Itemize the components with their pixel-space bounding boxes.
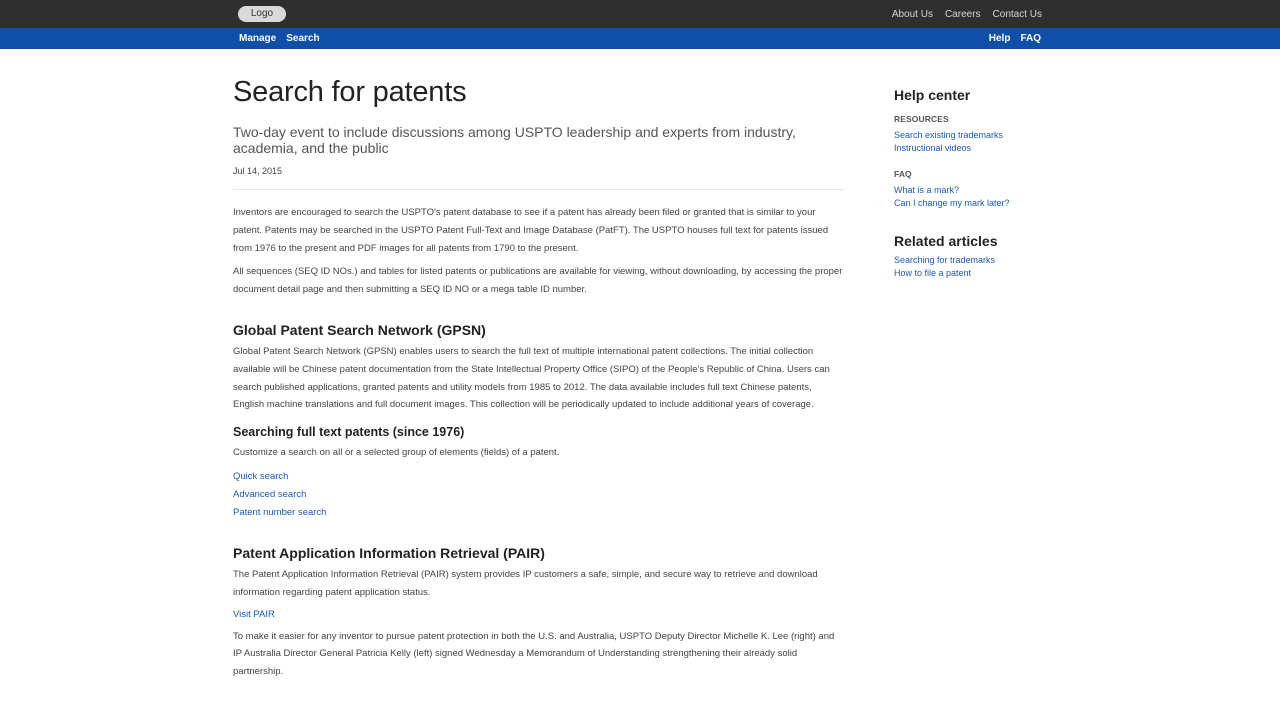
logo[interactable]: Logo xyxy=(238,6,286,22)
resources-label: RESOURCES xyxy=(894,114,949,124)
how-to-file-a-patent-link[interactable]: How to file a patent xyxy=(894,267,1054,280)
sidebar: Help center RESOURCES Search existing tr… xyxy=(894,86,1054,280)
nav-manage[interactable]: Manage xyxy=(239,33,276,44)
intro-paragraph: Inventors are encouraged to search the U… xyxy=(233,207,829,254)
divider xyxy=(233,189,845,190)
searching-for-trademarks-link[interactable]: Searching for trademarks xyxy=(894,254,1054,267)
intro-paragraph: All sequences (SEQ ID NOs.) and tables f… xyxy=(233,266,843,296)
advanced-search-link[interactable]: Advanced search xyxy=(233,486,845,504)
pair-paragraph: The Patent Application Information Retri… xyxy=(233,568,818,598)
nav-left: Manage Search xyxy=(239,28,330,49)
main-content: Search for patents Two-day event to incl… xyxy=(233,70,845,681)
nav-right: Help FAQ xyxy=(979,28,1041,49)
search-existing-trademarks-link[interactable]: Search existing trademarks xyxy=(894,129,1054,142)
fulltext-heading: Searching full text patents (since 1976) xyxy=(233,425,465,440)
pair-link-line: Visit PAIR xyxy=(233,606,845,624)
nav-faq[interactable]: FAQ xyxy=(1020,33,1041,44)
what-is-a-mark-link[interactable]: What is a mark? xyxy=(894,184,1054,197)
publish-date: Jul 14, 2015 xyxy=(233,166,283,176)
pair-paragraph-2: To make it easier for any inventor to pu… xyxy=(233,630,835,678)
help-center-heading: Help center xyxy=(894,87,971,103)
page-title: Search for patents xyxy=(233,76,467,108)
careers-link[interactable]: Careers xyxy=(945,9,981,20)
pair-heading: Patent Application Information Retrieval… xyxy=(233,544,545,561)
contact-us-link[interactable]: Contact Us xyxy=(993,9,1042,20)
primary-nav: Manage Search Help FAQ xyxy=(0,28,1280,49)
gpsn-paragraph: Global Patent Search Network (GPSN) enab… xyxy=(233,345,830,411)
nav-search[interactable]: Search xyxy=(286,33,319,44)
faq-label: FAQ xyxy=(894,169,912,179)
patent-number-search-link[interactable]: Patent number search xyxy=(233,504,845,522)
change-mark-later-link[interactable]: Can I change my mark later? xyxy=(894,197,1054,210)
about-us-link[interactable]: About Us xyxy=(892,9,933,20)
page-subtitle: Two-day event to include discussions amo… xyxy=(233,124,796,156)
fulltext-links: Quick search Advanced search Patent numb… xyxy=(233,468,845,522)
top-utility-bar: Logo About Us Careers Contact Us xyxy=(0,0,1280,28)
utility-links: About Us Careers Contact Us xyxy=(880,0,1042,28)
faq-links: What is a mark? Can I change my mark lat… xyxy=(894,184,1054,210)
gpsn-heading: Global Patent Search Network (GPSN) xyxy=(233,321,486,338)
fulltext-paragraph: Customize a search on all or a selected … xyxy=(233,447,560,459)
related-links: Searching for trademarks How to file a p… xyxy=(894,254,1054,280)
related-articles-heading: Related articles xyxy=(894,233,998,249)
quick-search-link[interactable]: Quick search xyxy=(233,468,845,486)
nav-help[interactable]: Help xyxy=(989,33,1011,44)
resources-links: Search existing trademarks Instructional… xyxy=(894,129,1054,155)
instructional-videos-link[interactable]: Instructional videos xyxy=(894,142,1054,155)
visit-pair-link[interactable]: Visit PAIR xyxy=(233,606,845,624)
